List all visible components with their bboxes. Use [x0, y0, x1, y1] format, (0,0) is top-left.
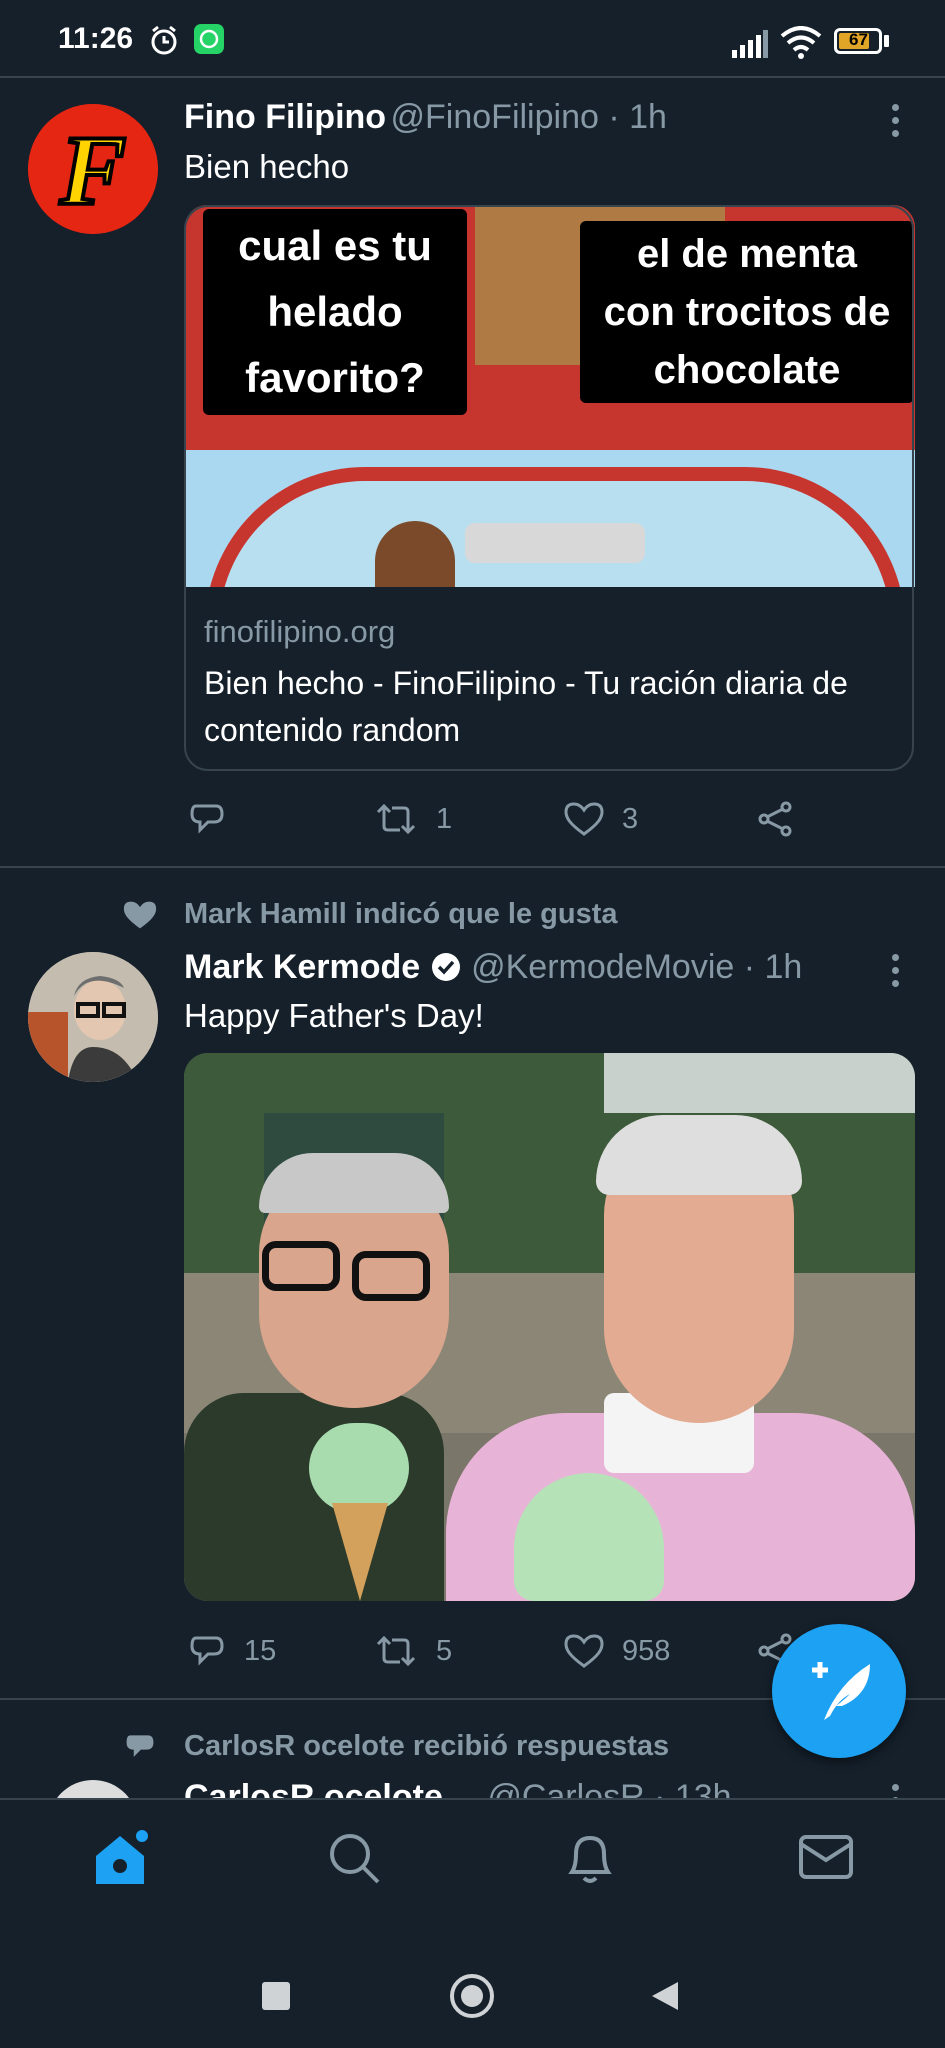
like-count: 3	[622, 802, 639, 835]
like-button[interactable]: 3	[564, 800, 638, 838]
like-count: 958	[622, 1634, 671, 1667]
man-left-jacket	[184, 1393, 444, 1601]
glasses-right-lens	[352, 1251, 430, 1301]
home-icon[interactable]	[88, 1826, 152, 1890]
share-button[interactable]	[756, 800, 812, 838]
man-left-hair	[259, 1153, 449, 1213]
system-nav-bar	[0, 1932, 945, 2048]
handle: @CarlosR · 13h	[487, 1778, 732, 1798]
display-name[interactable]: Fino Filipino	[184, 98, 386, 136]
svg-text:F: F	[59, 115, 127, 226]
header-divider	[0, 76, 945, 78]
retweet-count: 1	[436, 802, 453, 835]
sky	[604, 1053, 915, 1113]
status-time: 11:26	[58, 22, 134, 55]
alarm-icon	[151, 25, 177, 55]
battery-level: 67	[849, 30, 868, 49]
more-options-icon[interactable]	[892, 104, 902, 143]
more-options-icon[interactable]	[892, 1784, 902, 1798]
display-name[interactable]: Mark Kermode	[184, 948, 420, 986]
ice-cream-scoop-left	[309, 1423, 409, 1513]
avatar[interactable]	[28, 952, 158, 1082]
retweet-icon	[376, 803, 416, 835]
social-context[interactable]: Mark Hamill indicó que le gusta	[184, 898, 618, 931]
retweet-icon	[376, 1635, 416, 1667]
fino-logo-icon: F	[28, 104, 158, 234]
avatar[interactable]: F	[28, 104, 158, 234]
man-right-hair	[596, 1115, 802, 1195]
card-title: Bien hecho - FinoFilipino - Tu ración di…	[204, 665, 848, 748]
signal-icon	[732, 30, 768, 58]
reply-bubble-filled-icon	[126, 1735, 154, 1757]
like-button[interactable]: 958	[564, 1632, 670, 1670]
retweet-button[interactable]: 1	[374, 800, 452, 838]
handle: @KermodeMovie · 1h	[471, 948, 803, 986]
compose-feather-icon	[812, 1662, 870, 1720]
card-domain: finofilipino.org	[204, 614, 396, 649]
status-bar: 11:26 67	[0, 0, 945, 78]
more-options-icon[interactable]	[892, 954, 902, 993]
tweet-text: Bien hecho	[184, 148, 350, 185]
verified-badge-icon	[431, 953, 460, 981]
cartoon-avatar-icon	[28, 952, 158, 1082]
handle: @FinoFilipino · 1h	[390, 98, 667, 136]
reply-button[interactable]	[188, 800, 244, 838]
battery-icon: 67	[834, 28, 882, 54]
display-name[interactable]: CarlosR ocelote	[184, 1778, 443, 1798]
heart-icon	[564, 1634, 604, 1668]
home-button[interactable]	[450, 1974, 494, 2018]
recents-button[interactable]	[262, 1982, 290, 2010]
social-context[interactable]: CarlosR ocelote recibió respuestas	[184, 1730, 669, 1763]
reply-button[interactable]: 15	[188, 1632, 276, 1670]
reply-icon	[190, 1636, 224, 1666]
tweet-header: CarlosR ocelote @CarlosR · 13h	[184, 1778, 732, 1798]
retweet-button[interactable]: 5	[374, 1632, 452, 1670]
reply-icon	[190, 804, 224, 834]
share-icon	[758, 801, 792, 837]
reply-count: 15	[244, 1634, 277, 1667]
tweet-text: Happy Father's Day!	[184, 997, 484, 1034]
glasses-left-lens	[262, 1241, 340, 1291]
wifi-icon	[780, 26, 822, 59]
search-icon[interactable]	[326, 1830, 382, 1886]
bottom-nav	[0, 1798, 945, 1934]
messages-icon[interactable]	[798, 1834, 854, 1882]
tweet-header: Fino Filipino @FinoFilipino · 1h	[184, 98, 667, 137]
tweet-header: Mark Kermode @KermodeMovie · 1h	[184, 948, 802, 987]
tweet-photo[interactable]	[184, 1053, 915, 1601]
compose-tweet-button[interactable]	[772, 1624, 906, 1758]
notifications-icon[interactable]	[562, 1828, 618, 1886]
battery-tip	[884, 35, 889, 47]
avatar[interactable]	[48, 1780, 138, 1798]
heart-filled-icon	[123, 901, 157, 929]
tweet-divider	[0, 866, 945, 868]
whatsapp-icon	[194, 24, 224, 54]
heart-icon	[564, 802, 604, 836]
retweet-count: 5	[436, 1634, 453, 1667]
back-button[interactable]	[650, 1980, 680, 2012]
